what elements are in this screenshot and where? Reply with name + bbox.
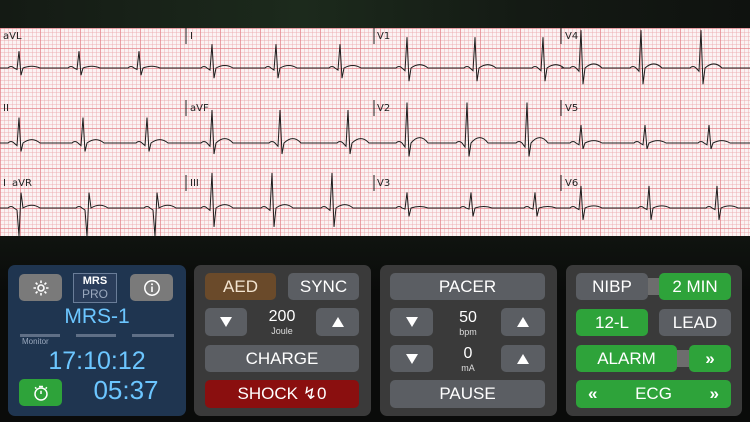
ecg-trace <box>0 192 186 236</box>
current-down-button[interactable] <box>390 345 433 372</box>
ecg-trace <box>374 37 566 82</box>
energy-down-button[interactable] <box>205 308 247 336</box>
lead-label-ii: II <box>3 103 9 114</box>
triangle-down-icon <box>405 317 418 327</box>
sync-button[interactable]: SYNC <box>288 273 359 300</box>
device-name: MRS-1 <box>64 305 130 328</box>
triangle-up-icon <box>331 317 344 327</box>
lead-label-v2: V2 <box>377 103 391 114</box>
ecg-trace <box>374 102 561 157</box>
info-icon <box>143 279 160 296</box>
ecg-trace <box>561 124 750 150</box>
ecg-trace <box>186 172 374 227</box>
lead-label-v3: V3 <box>377 178 391 189</box>
ecg-label: ECG <box>635 384 672 403</box>
alarm-arrow-button[interactable]: » <box>689 345 731 372</box>
pacer-panel: PACER 50 bpm 0 mA PAUSE <box>380 265 557 416</box>
ecg-trace <box>374 192 561 217</box>
alarm-button[interactable]: ALARM <box>576 345 677 372</box>
monitor-panel: MRS PRO MRS-1 Monitor 17:10:12 05:37 <box>8 265 186 416</box>
ecg-trace <box>0 117 186 152</box>
pacer-rate-unit: bpm <box>459 327 477 337</box>
energy-up-button[interactable] <box>316 308 359 336</box>
lead-label-v4: V4 <box>565 31 579 42</box>
logo-bottom-text: PRO <box>81 287 108 301</box>
lead-button[interactable]: LEAD <box>659 309 731 336</box>
lead-label-v1: V1 <box>377 31 391 42</box>
lead-label-i-lower: I <box>3 178 6 189</box>
ecg-12-lead-strip: aVL I V1 V4 II aVF V2 V5 I aVR III V3 V6 <box>0 28 750 236</box>
triangle-down-icon <box>405 353 418 364</box>
ecg-button[interactable]: « ECG » <box>576 380 731 408</box>
nibp-button[interactable]: NIBP <box>576 273 648 300</box>
pacer-rate-value: 50 <box>459 309 477 326</box>
lead-label-v6: V6 <box>565 178 579 189</box>
current-up-button[interactable] <box>501 345 545 372</box>
top-bar <box>0 0 750 28</box>
shock-button[interactable]: SHOCK ↯0 <box>205 380 359 408</box>
energy-unit: Joule <box>271 326 293 336</box>
stopwatch-icon <box>33 385 48 401</box>
aed-button[interactable]: AED <box>205 273 276 300</box>
ecg-waveforms <box>0 28 750 236</box>
lead-label-avf: aVF <box>190 103 209 114</box>
rate-down-button[interactable] <box>390 308 433 336</box>
divider <box>76 334 116 337</box>
twelve-lead-button[interactable]: 12-L <box>576 309 648 336</box>
ecg-left-arrow: « <box>588 384 598 403</box>
ecg-trace <box>186 44 374 79</box>
toggle-track <box>677 350 689 367</box>
info-button[interactable] <box>130 274 173 301</box>
ecg-right-arrow: » <box>709 384 719 403</box>
clock-display: 17:10:12 <box>48 347 146 375</box>
pause-button[interactable]: PAUSE <box>390 380 545 408</box>
mode-label: Monitor <box>22 337 49 346</box>
ecg-trace <box>186 109 374 155</box>
settings-button[interactable] <box>19 274 62 301</box>
charge-button[interactable]: CHARGE <box>205 345 359 372</box>
divider <box>132 334 174 337</box>
defibrillator-panel: AED SYNC 200 Joule CHARGE SHOCK ↯0 <box>194 265 371 416</box>
timer-button[interactable] <box>19 379 62 406</box>
lead-label-avr: aVR <box>12 178 32 189</box>
triangle-up-icon <box>517 353 529 364</box>
triangle-down-icon <box>220 317 232 327</box>
ecg-trace <box>561 30 750 85</box>
pacer-button[interactable]: PACER <box>390 273 545 300</box>
lead-label-iii: III <box>190 178 199 189</box>
lead-label-v5: V5 <box>565 103 579 114</box>
pacer-current-value: 0 <box>463 345 473 362</box>
nibp-interval-button[interactable]: 2 MIN <box>659 273 731 300</box>
gear-icon <box>33 280 48 295</box>
ecg-trace <box>0 51 186 76</box>
lead-label-i: I <box>190 31 193 42</box>
controls-panel: NIBP 2 MIN 12-L LEAD ALARM » « ECG » <box>566 265 742 416</box>
lead-label-avl: aVL <box>3 31 22 42</box>
mrs-pro-logo: MRS PRO <box>73 273 117 303</box>
pacer-current-unit: mA <box>461 363 475 373</box>
elapsed-timer: 05:37 <box>93 375 159 405</box>
energy-value: 200 <box>268 308 296 325</box>
rate-up-button[interactable] <box>501 308 545 336</box>
triangle-up-icon <box>517 317 529 327</box>
ecg-trace <box>561 185 750 220</box>
